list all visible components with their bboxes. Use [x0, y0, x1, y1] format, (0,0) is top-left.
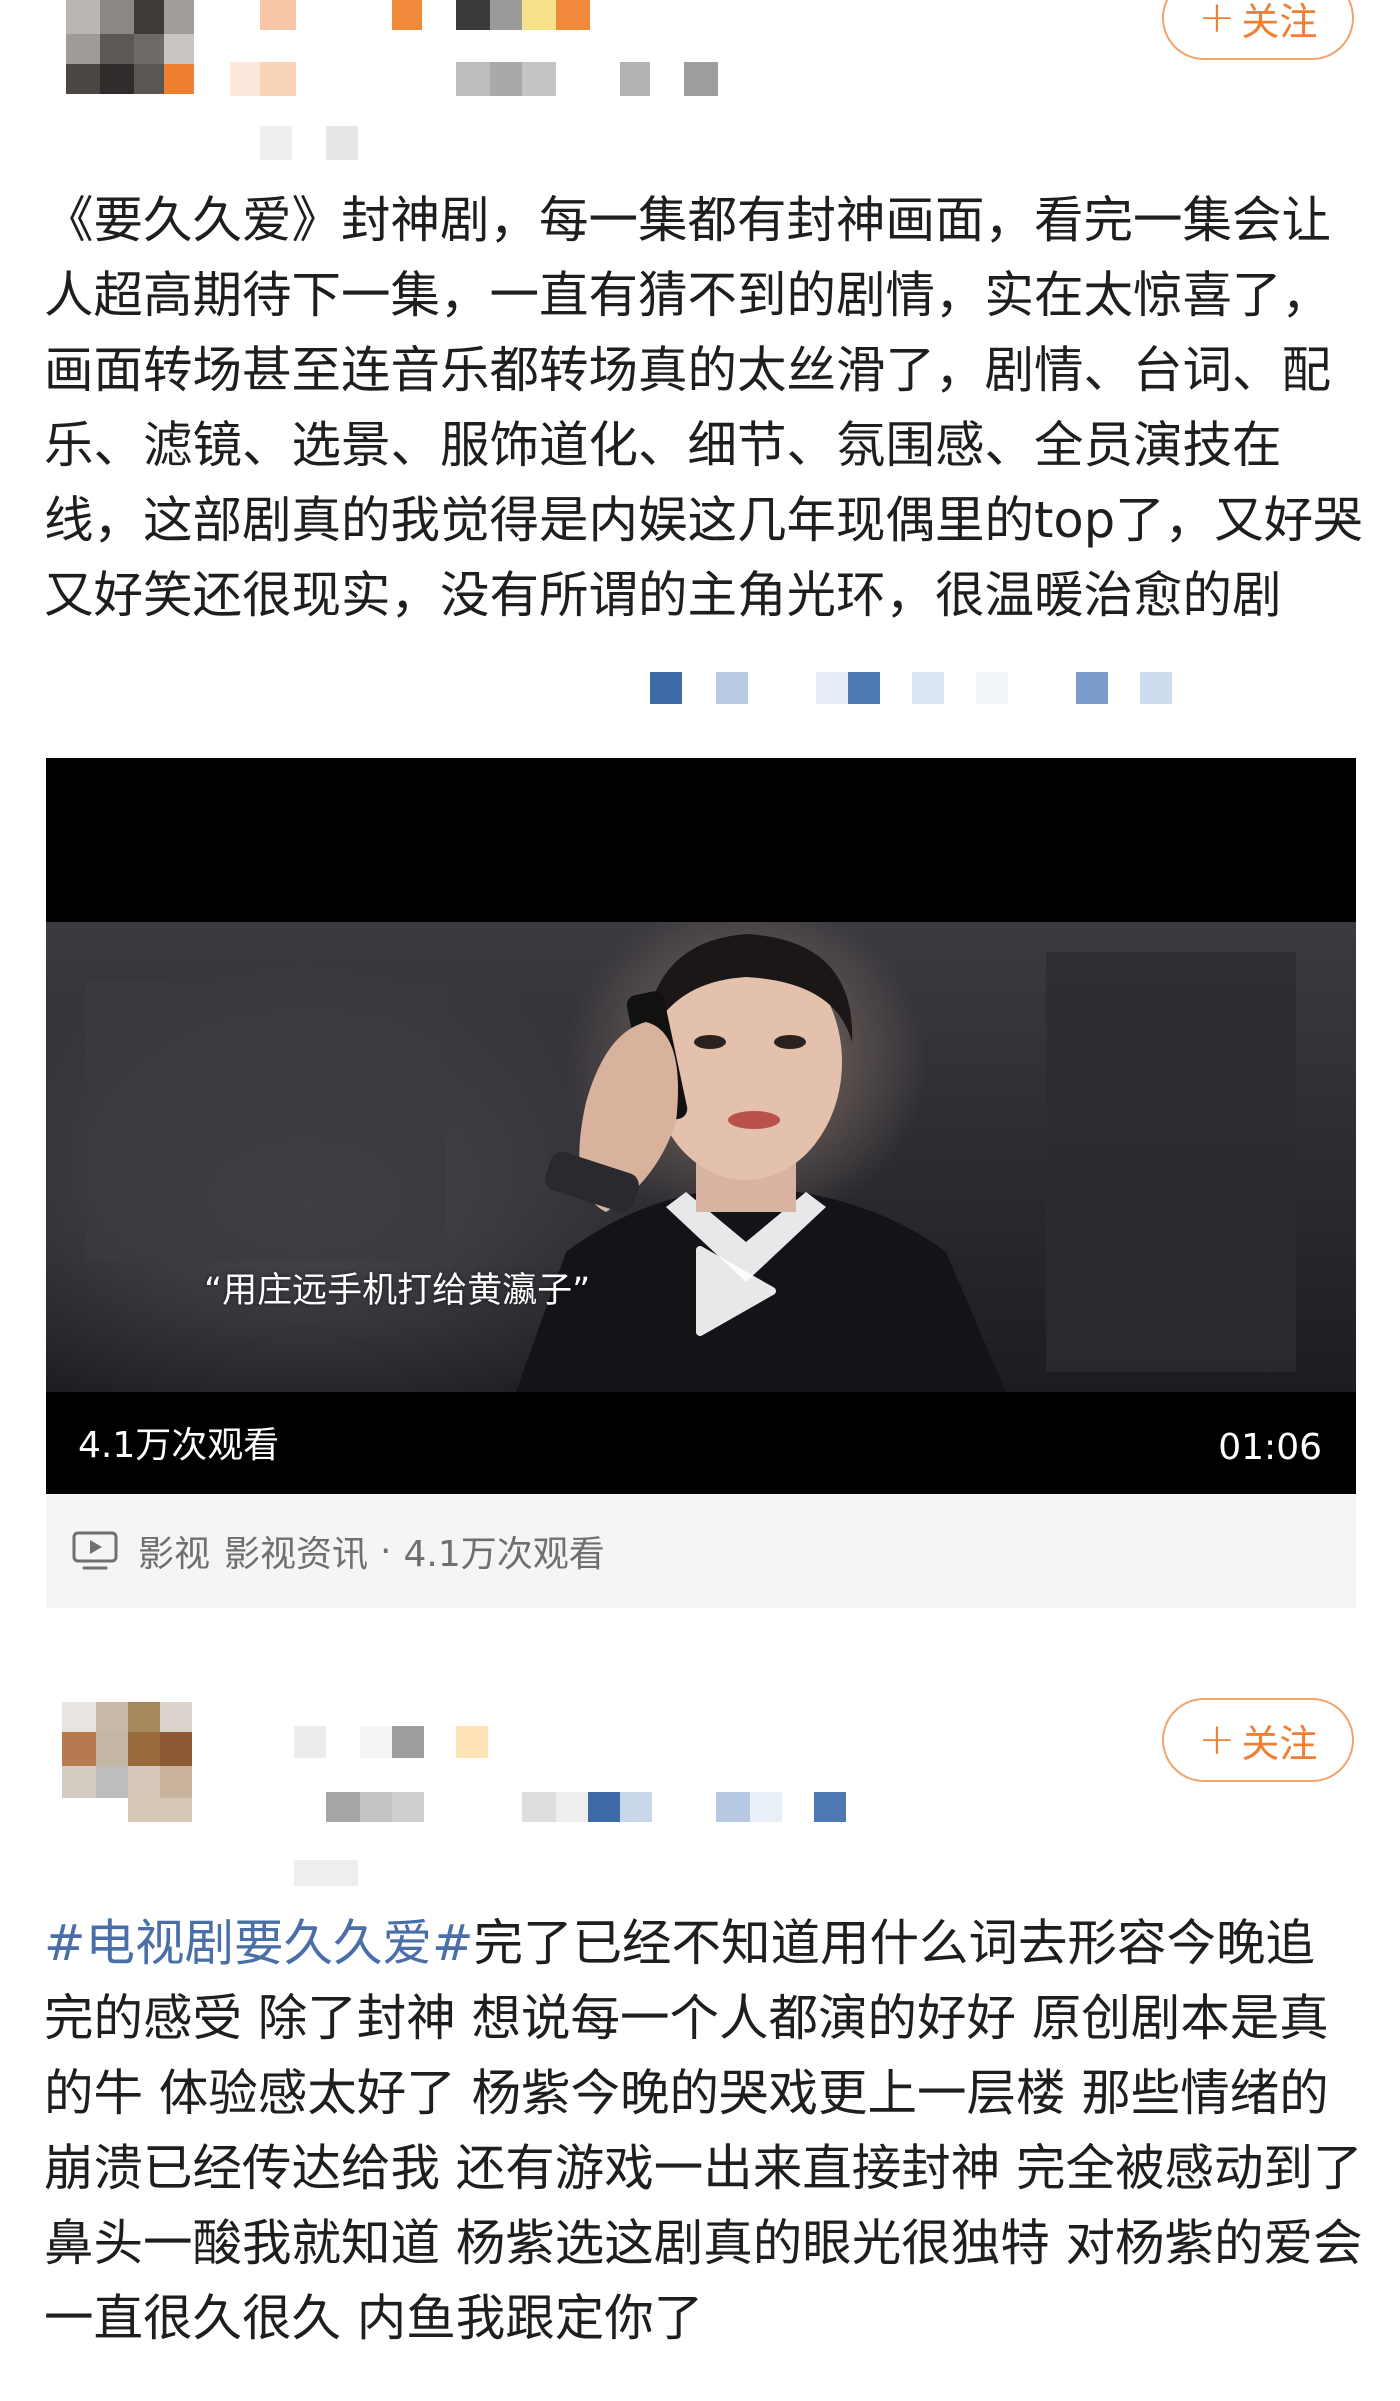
follow-label: 关注: [1241, 1721, 1318, 1766]
plus-icon: +: [1198, 0, 1236, 43]
video-frame: “用庄远手机打给黄瀛子”: [46, 922, 1356, 1392]
post2-avatar-mosaic[interactable]: [62, 1684, 202, 1824]
source-category[interactable]: 影视: [138, 1525, 210, 1577]
post2-text: #电视剧要久久爱#完了已经不知道用什么词去形容今晚追完的感受 除了封神 想说每一…: [44, 1906, 1364, 2356]
plus-icon: +: [1198, 1714, 1236, 1765]
follow-label: 关注: [1241, 0, 1318, 44]
source-channel[interactable]: 影视资讯: [224, 1525, 368, 1577]
post1-text: 《要久久爱》封神剧，每一集都有封神画面，看完一集会让人超高期待下一集，一直有猜不…: [44, 183, 1364, 633]
post1-username-mosaic[interactable]: [230, 0, 890, 100]
post2-hashtag[interactable]: #电视剧要久久爱#: [44, 1914, 473, 1972]
video-subtitle: “用庄远手机打给黄瀛子”: [204, 1271, 591, 1311]
play-icon[interactable]: [682, 1240, 784, 1342]
post2-body: 完了已经不知道用什么词去形容今晚追完的感受 除了封神 想说每一个人都演的好好 原…: [44, 1914, 1363, 2347]
source-views: 4.1万次观看: [403, 1534, 605, 1575]
video-tv-icon: [72, 1531, 118, 1570]
video-source-bar[interactable]: 影视 影视资讯 · 4.1万次观看: [46, 1494, 1356, 1608]
post1-text-tail-mosaic: [650, 668, 1190, 708]
post2-follow-button[interactable]: + 关注: [1162, 1698, 1354, 1782]
video-player[interactable]: “用庄远手机打给黄瀛子” 4.1万次观看 01:06: [46, 758, 1356, 1494]
video-view-count: 4.1万次观看: [78, 1425, 280, 1466]
post1-avatar-mosaic[interactable]: [0, 0, 200, 96]
post2-username-mosaic[interactable]: [290, 1726, 890, 1886]
post1-follow-button[interactable]: + 关注: [1162, 0, 1354, 60]
post1-body: 《要久久爱》封神剧，每一集都有封神画面，看完一集会让人超高期待下一集，一直有猜不…: [44, 191, 1363, 624]
post1-meta-mosaic: [260, 126, 360, 162]
source-separator: ·: [380, 1530, 392, 1572]
video-duration: 01:06: [1218, 1427, 1322, 1468]
